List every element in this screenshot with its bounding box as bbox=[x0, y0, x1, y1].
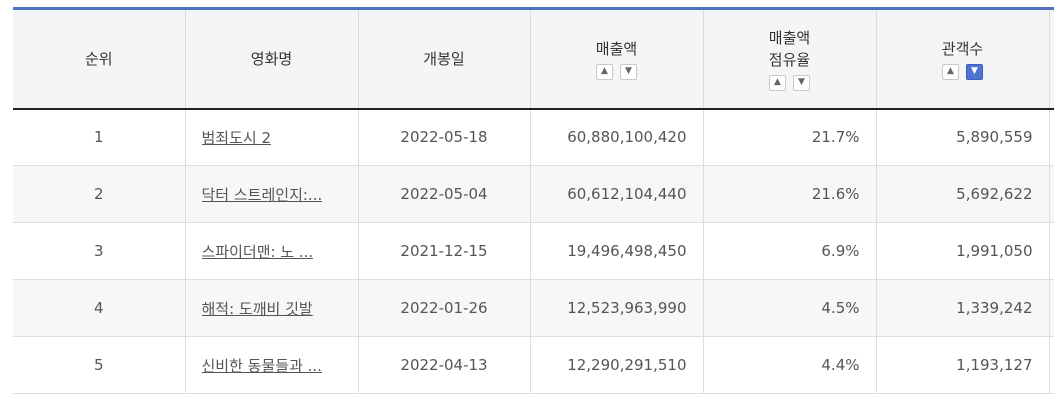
header-release-date-label: 개봉일 bbox=[423, 49, 465, 68]
cell-filler bbox=[1049, 108, 1054, 166]
movie-title-link[interactable]: 스파이더맨: 노 ... bbox=[202, 241, 314, 262]
header-title: 영화명 bbox=[185, 7, 359, 110]
cell-rank: 2 bbox=[13, 165, 186, 223]
header-share-label-line2: 점유율 bbox=[768, 50, 811, 69]
sales-sort-asc-button[interactable]: ▲ bbox=[596, 63, 613, 80]
chevron-up-icon: ▲ bbox=[774, 77, 781, 88]
chevron-down-icon: ▼ bbox=[798, 77, 805, 88]
movie-title-link[interactable]: 해적: 도깨비 깃발 bbox=[202, 298, 313, 319]
table-row: 4 해적: 도깨비 깃발 2022-01-26 12,523,963,990 4… bbox=[13, 279, 1054, 337]
cell-audience: 1,193,127 bbox=[876, 336, 1050, 394]
share-sort-desc-button[interactable]: ▼ bbox=[793, 74, 810, 91]
header-filler bbox=[1049, 7, 1054, 110]
audience-sort-controls: ▲ ▼ bbox=[877, 63, 1049, 80]
header-rank: 순위 bbox=[13, 7, 186, 110]
cell-audience: 1,991,050 bbox=[876, 222, 1050, 280]
cell-share: 6.9% bbox=[703, 222, 877, 280]
boxoffice-table-container: 순위 영화명 개봉일 매출액 ▲ ▼ 매출액 점유율 ▲ ▼ 관객수 ▲ ▼ 1… bbox=[13, 7, 1054, 404]
cell-release-date: 2022-05-04 bbox=[358, 165, 531, 223]
table-row: 5 신비한 동물들과 ... 2022-04-13 12,290,291,510… bbox=[13, 336, 1054, 394]
header-sales: 매출액 ▲ ▼ bbox=[530, 7, 704, 110]
cell-release-date: 2022-05-18 bbox=[358, 108, 531, 166]
cell-rank: 4 bbox=[13, 279, 186, 337]
cell-release-date: 2021-12-15 bbox=[358, 222, 531, 280]
cell-audience: 5,692,622 bbox=[876, 165, 1050, 223]
movie-title-link[interactable]: 범죄도시 2 bbox=[202, 127, 272, 148]
header-release-date: 개봉일 bbox=[358, 7, 531, 110]
cell-sales: 19,496,498,450 bbox=[530, 222, 704, 280]
header-audience: 관객수 ▲ ▼ bbox=[876, 7, 1050, 110]
cell-sales: 12,290,291,510 bbox=[530, 336, 704, 394]
cell-sales: 60,880,100,420 bbox=[530, 108, 704, 166]
header-rank-label: 순위 bbox=[84, 49, 113, 68]
header-audience-label: 관객수 bbox=[941, 39, 984, 58]
chevron-up-icon: ▲ bbox=[947, 66, 954, 77]
sales-sort-desc-button[interactable]: ▼ bbox=[620, 63, 637, 80]
share-sort-asc-button[interactable]: ▲ bbox=[769, 74, 786, 91]
cell-filler bbox=[1049, 165, 1054, 223]
table-row: 3 스파이더맨: 노 ... 2021-12-15 19,496,498,450… bbox=[13, 222, 1054, 280]
cell-rank: 5 bbox=[13, 336, 186, 394]
cell-title: 범죄도시 2 bbox=[185, 108, 359, 166]
header-share: 매출액 점유율 ▲ ▼ bbox=[703, 7, 877, 110]
cell-sales: 12,523,963,990 bbox=[530, 279, 704, 337]
chevron-down-icon: ▼ bbox=[625, 66, 632, 77]
table-header: 순위 영화명 개봉일 매출액 ▲ ▼ 매출액 점유율 ▲ ▼ 관객수 ▲ ▼ bbox=[13, 7, 1054, 110]
cell-title: 닥터 스트레인지:... bbox=[185, 165, 359, 223]
movie-title-link[interactable]: 신비한 동물들과 ... bbox=[202, 355, 322, 376]
cell-filler bbox=[1049, 336, 1054, 394]
cell-audience: 1,339,242 bbox=[876, 279, 1050, 337]
cell-release-date: 2022-04-13 bbox=[358, 336, 531, 394]
header-sales-label: 매출액 bbox=[595, 39, 638, 58]
audience-sort-asc-button[interactable]: ▲ bbox=[942, 63, 959, 80]
cell-sales: 60,612,104,440 bbox=[530, 165, 704, 223]
cell-share: 4.5% bbox=[703, 279, 877, 337]
cell-title: 해적: 도깨비 깃발 bbox=[185, 279, 359, 337]
cell-filler bbox=[1049, 222, 1054, 280]
audience-sort-desc-button[interactable]: ▼ bbox=[966, 63, 983, 80]
cell-title: 신비한 동물들과 ... bbox=[185, 336, 359, 394]
cell-title: 스파이더맨: 노 ... bbox=[185, 222, 359, 280]
movie-title-link[interactable]: 닥터 스트레인지:... bbox=[202, 184, 323, 205]
header-title-label: 영화명 bbox=[250, 49, 293, 68]
cell-audience: 5,890,559 bbox=[876, 108, 1050, 166]
table-body: 1 범죄도시 2 2022-05-18 60,880,100,420 21.7%… bbox=[13, 108, 1054, 394]
cell-rank: 1 bbox=[13, 108, 186, 166]
cell-share: 21.6% bbox=[703, 165, 877, 223]
cell-share: 4.4% bbox=[703, 336, 877, 394]
cell-release-date: 2022-01-26 bbox=[358, 279, 531, 337]
sales-sort-controls: ▲ ▼ bbox=[531, 63, 703, 80]
chevron-down-icon: ▼ bbox=[971, 66, 978, 77]
table-row: 2 닥터 스트레인지:... 2022-05-04 60,612,104,440… bbox=[13, 165, 1054, 223]
boxoffice-table: 순위 영화명 개봉일 매출액 ▲ ▼ 매출액 점유율 ▲ ▼ 관객수 ▲ ▼ 1… bbox=[13, 7, 1054, 394]
cell-rank: 3 bbox=[13, 222, 186, 280]
cell-filler bbox=[1049, 279, 1054, 337]
share-sort-controls: ▲ ▼ bbox=[704, 74, 876, 91]
table-row: 1 범죄도시 2 2022-05-18 60,880,100,420 21.7%… bbox=[13, 108, 1054, 166]
header-share-label-line1: 매출액 bbox=[768, 28, 811, 47]
cell-share: 21.7% bbox=[703, 108, 877, 166]
chevron-up-icon: ▲ bbox=[601, 66, 608, 77]
